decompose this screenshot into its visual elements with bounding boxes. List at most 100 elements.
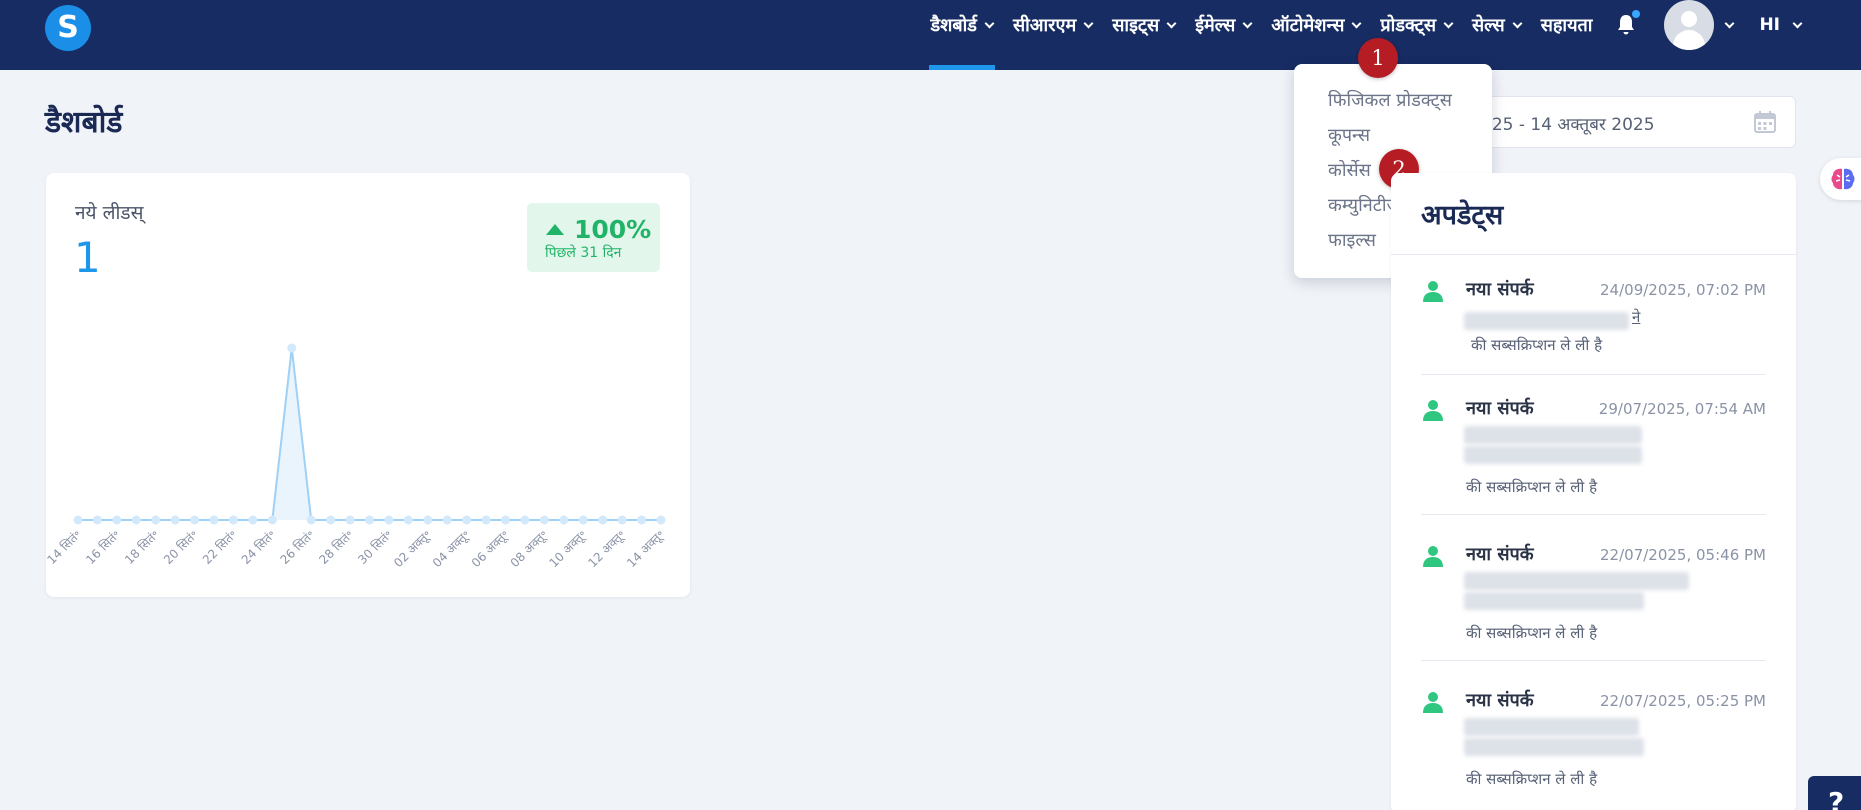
- chart-series-line: [78, 347, 661, 521]
- chart-point[interactable]: [267, 515, 277, 525]
- chevron-down-icon: [1792, 18, 1803, 28]
- update-label: नया संपर्क: [1466, 544, 1534, 565]
- nav-item-emails[interactable]: ईमेल्स: [1195, 0, 1253, 50]
- chart-point[interactable]: [326, 515, 336, 525]
- x-tick-label: 16 सितं॰: [83, 527, 123, 567]
- chart-point[interactable]: [190, 515, 200, 525]
- redacted-text: [1464, 426, 1642, 444]
- step-marker-1: 1: [1358, 38, 1398, 78]
- update-time: 22/07/2025, 05:25 PM: [1600, 692, 1766, 710]
- chart-point[interactable]: [559, 515, 569, 525]
- date-range-picker[interactable]: 025 - 14 अक्तूबर 2025: [1460, 96, 1796, 148]
- page-title: डैशबोर्ड: [45, 105, 123, 140]
- chart-point[interactable]: [578, 515, 588, 525]
- chevron-down-icon: [984, 18, 995, 28]
- notifications-bell[interactable]: [1614, 10, 1641, 37]
- update-desc: की सब्सक्रिप्शन ले ली है: [1466, 624, 1598, 642]
- update-item: नया संपर्क 22/07/2025, 05:25 PM की सब्सक…: [1421, 688, 1766, 803]
- chart-point[interactable]: [403, 515, 413, 525]
- chart-point[interactable]: [151, 515, 161, 525]
- person-icon: [1423, 546, 1443, 567]
- redacted-text: [1464, 446, 1642, 464]
- redacted-text: [1464, 718, 1639, 736]
- chevron-down-icon: [1351, 18, 1362, 28]
- nav-item-automations[interactable]: ऑटोमेशन्स: [1271, 0, 1362, 50]
- chart-point[interactable]: [539, 515, 549, 525]
- chart-point[interactable]: [656, 515, 666, 525]
- dropdown-item-communities[interactable]: कम्युनिटीज: [1328, 193, 1400, 217]
- chart-point[interactable]: [520, 515, 530, 525]
- dropdown-item-files[interactable]: फाइल्स: [1328, 228, 1376, 252]
- x-tick-label: 12 अक्तू॰: [585, 527, 629, 571]
- x-tick-label: 14 सितं॰: [46, 527, 84, 567]
- redacted-text: [1464, 738, 1644, 756]
- update-label: नया संपर्क: [1466, 279, 1534, 300]
- update-desc: की सब्सक्रिप्शन ले ली है: [1466, 770, 1598, 788]
- x-tick-label: 04 अक्तू॰: [430, 527, 474, 571]
- chart-point[interactable]: [637, 515, 647, 525]
- new-leads-card: नये लीडस् 1 100% पिछले 31 दिन 14 सितं॰ 16…: [46, 173, 690, 597]
- chart-point[interactable]: [501, 515, 511, 525]
- redacted-text: [1464, 572, 1689, 590]
- update-desc: की सब्सक्रिप्शन ले ली है: [1466, 478, 1598, 496]
- chart-point[interactable]: [73, 515, 83, 525]
- avatar-body-shape: [1673, 30, 1706, 50]
- x-tick-label: 26 सितं॰: [278, 527, 318, 567]
- avatar-head-shape: [1681, 11, 1698, 27]
- chart-point[interactable]: [248, 515, 258, 525]
- chart-point[interactable]: [345, 515, 355, 525]
- chart-point[interactable]: [228, 515, 238, 525]
- chart-point[interactable]: [462, 515, 472, 525]
- nav-item-dashboard[interactable]: डैशबोर्ड: [928, 0, 996, 70]
- language-selector[interactable]: HI: [1759, 15, 1803, 35]
- redacted-text: [1464, 592, 1644, 610]
- person-icon: [1423, 400, 1443, 421]
- nav-item-help[interactable]: सहायता: [1541, 0, 1593, 50]
- update-time: 24/09/2025, 07:02 PM: [1600, 281, 1766, 299]
- chart-point[interactable]: [365, 515, 374, 525]
- chart-point[interactable]: [306, 515, 316, 525]
- x-tick-label: 28 सितं॰: [316, 527, 356, 567]
- nav-item-label: ईमेल्स: [1195, 15, 1236, 36]
- chart-point[interactable]: [617, 515, 627, 525]
- chart-point[interactable]: [481, 515, 491, 525]
- chart-point[interactable]: [423, 515, 433, 525]
- update-item: नया संपर्क 24/09/2025, 07:02 PM ने की सब…: [1421, 277, 1766, 392]
- nav-item-sales[interactable]: सेल्स: [1472, 0, 1523, 50]
- divider: [1421, 514, 1766, 515]
- nav-item-label: सेल्स: [1472, 15, 1505, 36]
- chart-point[interactable]: [442, 515, 452, 525]
- top-navbar: S डैशबोर्ड सीआरएम साइट्स ईमेल्स ऑटोमेशन्…: [0, 0, 1861, 70]
- dropdown-item-coupons[interactable]: कूपन्स: [1328, 123, 1370, 147]
- x-tick-label: 30 सितं॰: [355, 527, 395, 567]
- dropdown-item-courses[interactable]: कोर्सेस: [1328, 158, 1371, 182]
- chevron-down-icon: [1443, 18, 1454, 28]
- help-button[interactable]: ?: [1808, 776, 1861, 810]
- updates-title: अपडेट्स: [1421, 200, 1504, 231]
- user-menu[interactable]: [1664, 0, 1735, 50]
- chart-area-fill: [78, 348, 661, 520]
- dropdown-item-physical-products[interactable]: फिजिकल प्रोडक्ट्स: [1328, 88, 1452, 112]
- chart-point[interactable]: [92, 515, 102, 525]
- chart-point[interactable]: [384, 515, 394, 525]
- chart-point[interactable]: [112, 515, 122, 525]
- app-logo[interactable]: S: [45, 5, 91, 51]
- nav-item-crm[interactable]: सीआरएम: [1013, 0, 1094, 50]
- update-desc: की सब्सक्रिप्शन ले ली है: [1471, 336, 1603, 354]
- divider: [1421, 374, 1766, 375]
- ai-assistant-button[interactable]: [1820, 158, 1861, 200]
- calendar-icon: [1754, 111, 1776, 133]
- date-range-text: 025 - 14 अक्तूबर 2025: [1481, 115, 1655, 135]
- person-icon: [1423, 281, 1443, 302]
- person-icon: [1423, 692, 1443, 713]
- update-item: नया संपर्क 22/07/2025, 05:46 PM की सब्सक…: [1421, 542, 1766, 661]
- brain-icon: [1831, 168, 1855, 190]
- chart-point[interactable]: [598, 515, 608, 525]
- nav-item-sites[interactable]: साइट्स: [1112, 0, 1177, 50]
- chart-point[interactable]: [209, 515, 219, 525]
- chevron-down-icon: [1083, 18, 1094, 28]
- chart-point[interactable]: [131, 515, 141, 525]
- chart-point[interactable]: [287, 343, 297, 353]
- chart-point[interactable]: [170, 515, 180, 525]
- updates-card: अपडेट्स नया संपर्क 24/09/2025, 07:02 PM …: [1391, 173, 1796, 810]
